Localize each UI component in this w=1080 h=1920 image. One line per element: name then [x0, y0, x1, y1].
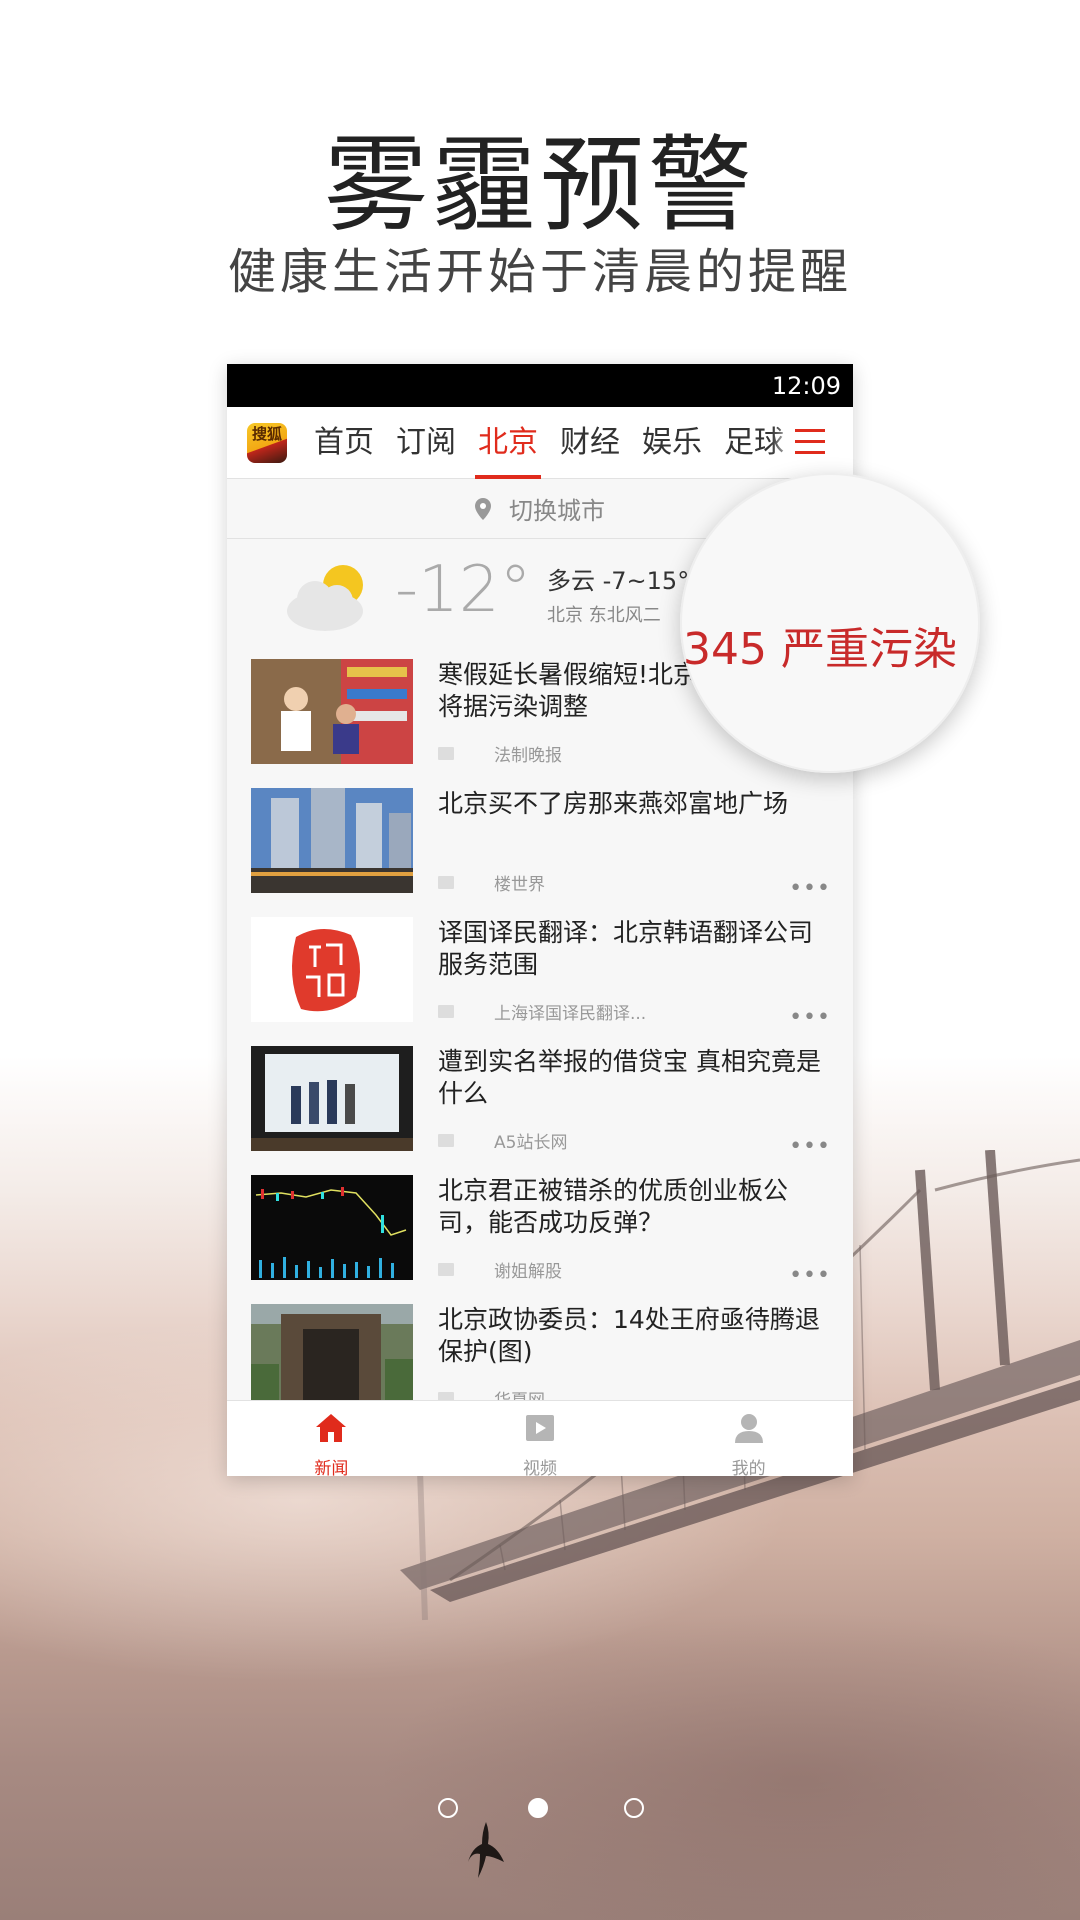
page-indicator [0, 1798, 1080, 1822]
user-icon [734, 1414, 763, 1443]
news-list: 寒假延长暑假缩短!北京中小学假期将据污染调整 法制晚报 北京买不了房那来燕郊富地… [227, 659, 853, 1433]
more-options-icon[interactable]: ••• [789, 1263, 831, 1288]
comment-icon [438, 876, 454, 889]
nav-news[interactable]: 新闻 [227, 1401, 436, 1476]
news-source: 法制晚报 [494, 746, 562, 766]
news-title: 北京政协委员：14处王府亟待腾退保护(图) [438, 1305, 820, 1366]
bottom-nav: 新闻 视频 我的 [227, 1400, 853, 1476]
menu-icon[interactable] [795, 429, 825, 455]
news-item[interactable]: 遭到实名举报的借贷宝 真相究竟是什么 A5站长网 ••• [227, 1046, 853, 1175]
nav-profile[interactable]: 我的 [644, 1401, 853, 1476]
page-dot[interactable] [438, 1798, 458, 1818]
more-options-icon[interactable]: ••• [789, 1134, 831, 1159]
city-switch-label: 切换城市 [509, 497, 605, 525]
news-item[interactable]: 北京君正被错杀的优质创业板公司，能否成功反弹？ 谢姐解股 ••• [227, 1175, 853, 1304]
comment-icon [438, 1263, 454, 1276]
nav-news-label: 新闻 [314, 1459, 349, 1476]
news-title: 北京君正被错杀的优质创业板公司，能否成功反弹？ [438, 1176, 789, 1237]
promo-subline: 健康生活开始于清晨的提醒 [227, 244, 852, 300]
nav-video-label: 视频 [523, 1459, 557, 1476]
news-thumbnail [251, 1304, 413, 1409]
news-title: 译国译民翻译：北京韩语翻译公司服务范围 [438, 918, 814, 979]
tab-entertainment[interactable]: 娱乐 [631, 407, 713, 479]
news-source: 谢姐解股 [494, 1262, 562, 1282]
news-item[interactable]: 译国译民翻译：北京韩语翻译公司服务范围 上海译国译民翻译... ••• [227, 917, 853, 1046]
aqi-readout: 345 严重污染 [683, 624, 957, 675]
news-thumbnail [251, 659, 413, 764]
tab-home[interactable]: 首页 [303, 407, 385, 479]
cloudy-sun-icon [287, 565, 363, 631]
app-logo-text: 搜狐 [251, 424, 282, 443]
status-time: 12:09 [771, 372, 841, 400]
news-title: 北京买不了房那来燕郊富地广场 [438, 789, 789, 818]
news-title: 遭到实名举报的借贷宝 真相究竟是什么 [438, 1047, 821, 1108]
news-source: 楼世界 [494, 875, 545, 895]
weather-condition: 多云 -7~15° [547, 567, 690, 595]
news-item[interactable]: 北京买不了房那来燕郊富地广场 楼世界 ••• [227, 788, 853, 917]
tab-football[interactable]: 足球 [713, 407, 795, 479]
channel-tab-bar: 搜狐 首页 订阅 北京 财经 娱乐 足球 [227, 407, 853, 479]
home-icon [316, 1414, 347, 1442]
tab-beijing[interactable]: 北京 [467, 407, 549, 479]
aqi-magnifier: 345 严重污染 [680, 473, 980, 773]
nav-profile-label: 我的 [731, 1459, 766, 1476]
nav-video[interactable]: 视频 [436, 1401, 645, 1476]
comment-icon [438, 1005, 454, 1018]
news-thumbnail [251, 1175, 413, 1280]
comment-icon [438, 747, 454, 760]
news-thumbnail [251, 917, 413, 1022]
video-icon [526, 1415, 554, 1441]
news-thumbnail [251, 1046, 413, 1151]
more-options-icon[interactable]: ••• [789, 1005, 831, 1030]
news-source: 上海译国译民翻译... [494, 1004, 647, 1024]
tab-subscribe[interactable]: 订阅 [385, 407, 467, 479]
status-bar: 12:09 [227, 364, 853, 407]
page-dot[interactable] [624, 1798, 644, 1818]
weather-location-wind: 北京 东北风二 [547, 605, 661, 626]
temperature: -12° [395, 553, 532, 627]
comment-icon [438, 1134, 454, 1147]
app-logo[interactable]: 搜狐 [247, 422, 287, 463]
location-pin-icon [475, 497, 491, 520]
promo-headline: 雾霾预警 [323, 124, 756, 246]
news-source: A5站长网 [494, 1133, 568, 1153]
bird-silhouette [468, 1822, 504, 1878]
news-thumbnail [251, 788, 413, 893]
tab-finance[interactable]: 财经 [549, 407, 631, 479]
more-options-icon[interactable]: ••• [789, 876, 831, 901]
page-dot-active[interactable] [528, 1798, 548, 1818]
